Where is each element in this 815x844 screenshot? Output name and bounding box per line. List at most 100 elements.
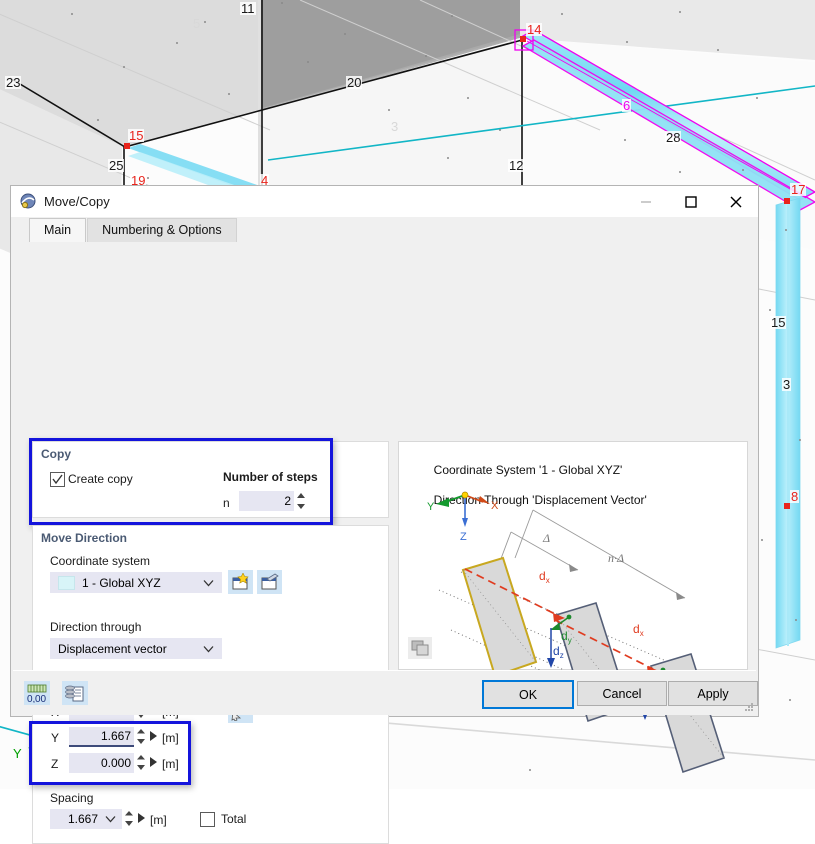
n-label: n — [223, 496, 230, 510]
minimize-icon — [640, 201, 651, 202]
footer-separator — [13, 670, 756, 671]
spacing-spinner[interactable] — [124, 810, 135, 827]
chevron-down-icon — [105, 816, 116, 823]
displacement-z-unit: [m] — [162, 757, 179, 771]
direction-through-select[interactable]: Displacement vector — [50, 638, 222, 659]
displacement-z-axis-label: Z — [51, 757, 59, 771]
close-icon — [730, 196, 741, 207]
dialog-footer: 0, 00 OK Cancel Apply — [12, 670, 758, 715]
decimal-places-button[interactable]: 0, 00 — [24, 681, 50, 705]
tab-numbering-options[interactable]: Numbering & Options — [87, 218, 237, 242]
spacing-input[interactable]: 1.667 — [50, 809, 122, 829]
apply-label: Apply — [697, 686, 729, 701]
displacement-y-picker-arrow[interactable] — [149, 731, 158, 742]
preview-n-delta-label: n·Δ — [608, 551, 624, 565]
displacement-y-axis-label: Y — [51, 731, 60, 745]
units-and-decimal-places-button[interactable] — [62, 681, 88, 705]
displacement-y-input[interactable]: 1.667 — [69, 727, 134, 747]
chevron-down-icon — [203, 645, 214, 652]
tabstrip[interactable]: Main Numbering & Options — [11, 217, 758, 242]
spacing-label: Spacing — [50, 791, 94, 805]
dialog-title: Move/Copy — [44, 194, 110, 209]
displacement-z-picker-arrow[interactable] — [149, 757, 158, 768]
ok-button[interactable]: OK — [482, 680, 574, 709]
preview-delta-label: Δ — [542, 531, 550, 545]
close-button[interactable] — [713, 186, 758, 217]
preview-dz-label-1: dz — [553, 644, 564, 660]
graphic-settings-button[interactable] — [408, 637, 432, 659]
chevron-down-icon — [203, 579, 214, 586]
dialog-titlebar[interactable]: Move/Copy — [11, 186, 758, 217]
decimal-places-icon: 0, 00 — [27, 684, 47, 703]
viewport-label-28-12: 28 — [665, 130, 682, 145]
displacement-y-spinner[interactable] — [136, 728, 147, 745]
svg-text:00: 00 — [35, 694, 47, 703]
move-copy-icon — [20, 193, 36, 208]
ok-label: OK — [518, 687, 538, 702]
viewport-label-3-15: 3 — [782, 377, 792, 392]
tab-main-label: Main — [44, 223, 72, 237]
viewport-label-12-10: 12 — [508, 158, 525, 173]
spacing-picker-arrow[interactable] — [137, 813, 146, 824]
resize-grip[interactable] — [744, 702, 754, 712]
displacement-z-spinner[interactable] — [136, 754, 147, 771]
displacement-z-value: 0.000 — [100, 756, 131, 770]
total-checkbox[interactable] — [200, 812, 215, 827]
displacement-y-unit: [m] — [162, 731, 179, 745]
preview-dx-label-2: dx — [633, 622, 644, 638]
minimize-button[interactable] — [623, 186, 668, 217]
cancel-label: Cancel — [602, 686, 642, 701]
number-of-steps-label: Number of steps — [223, 470, 318, 484]
viewport-label-11-0: 11 — [240, 1, 256, 16]
preview-graphic-panel: Coordinate System '1 - Global XYZ' Direc… — [398, 441, 748, 774]
move-direction-title: Move Direction — [41, 531, 128, 545]
copy-group-title: Copy — [41, 447, 71, 461]
direction-through-label: Direction through — [50, 620, 142, 634]
cancel-button[interactable]: Cancel — [577, 681, 667, 706]
move-copy-dialog[interactable]: Move/Copy Main Numbering & Options Copy … — [10, 185, 759, 844]
tab-panel-main: Copy Create copy Number of steps n 2 Mov… — [21, 436, 748, 844]
units-and-decimal-places-icon — [65, 685, 84, 701]
tab-main[interactable]: Main — [29, 218, 87, 242]
axis-y-label: Y — [13, 746, 22, 761]
viewport-label-3-4: 3 — [391, 119, 399, 134]
preview-axis-z-label: Z — [460, 531, 467, 543]
create-copy-label: Create copy — [68, 472, 133, 486]
graphic-settings-icon — [411, 640, 429, 656]
spacing-value: 1.667 — [67, 812, 98, 826]
coordinate-system-label: Coordinate system — [50, 554, 151, 568]
viewport-label-20-2: 20 — [346, 75, 363, 90]
preview-axis-y-label: Y — [427, 501, 435, 513]
create-copy-checkbox[interactable] — [50, 472, 65, 487]
check-icon — [52, 474, 63, 485]
new-coordinate-system-button[interactable] — [228, 570, 253, 594]
edit-coordinate-system-icon — [261, 573, 279, 590]
preview-axis-triad: X Y Z — [427, 491, 499, 543]
preview-source-shape — [461, 556, 538, 678]
viewport-label-17-13: 17 — [790, 182, 807, 197]
viewport-label-8-16: 8 — [790, 489, 800, 504]
number-of-steps-value: 2 — [284, 494, 291, 508]
number-of-steps-input[interactable]: 2 — [239, 491, 294, 511]
preview-diagram: X Y Z Δ n·Δ dx dx dy dz — [427, 491, 725, 774]
maximize-button[interactable] — [668, 186, 713, 217]
viewport-label-6-11: 6 — [622, 98, 632, 113]
preview-axis-x-label: X — [491, 500, 499, 512]
viewport-label-5-3: 5 — [193, 16, 201, 31]
viewport-label-25-6: 25 — [108, 158, 125, 173]
tab-numbering-options-label: Numbering & Options — [102, 223, 222, 237]
new-coordinate-system-icon — [232, 573, 249, 590]
maximize-icon — [684, 195, 697, 208]
coordinate-system-color-swatch — [58, 575, 75, 590]
displacement-z-input[interactable]: 0.000 — [69, 753, 134, 773]
preview-dx-label-1: dx — [539, 569, 550, 585]
coordinate-system-value: 1 - Global XYZ — [82, 575, 161, 590]
spacing-unit: [m] — [150, 813, 167, 827]
viewport-label-15-14: 15 — [770, 315, 787, 330]
coordinate-system-select[interactable]: 1 - Global XYZ — [50, 572, 222, 593]
preview-title-line1: Coordinate System '1 - Global XYZ' — [433, 463, 623, 477]
viewport-label-14-9: 14 — [526, 22, 543, 37]
number-of-steps-spinner[interactable] — [296, 492, 307, 510]
displacement-y-value: 1.667 — [100, 729, 131, 743]
edit-coordinate-system-button[interactable] — [257, 570, 282, 594]
